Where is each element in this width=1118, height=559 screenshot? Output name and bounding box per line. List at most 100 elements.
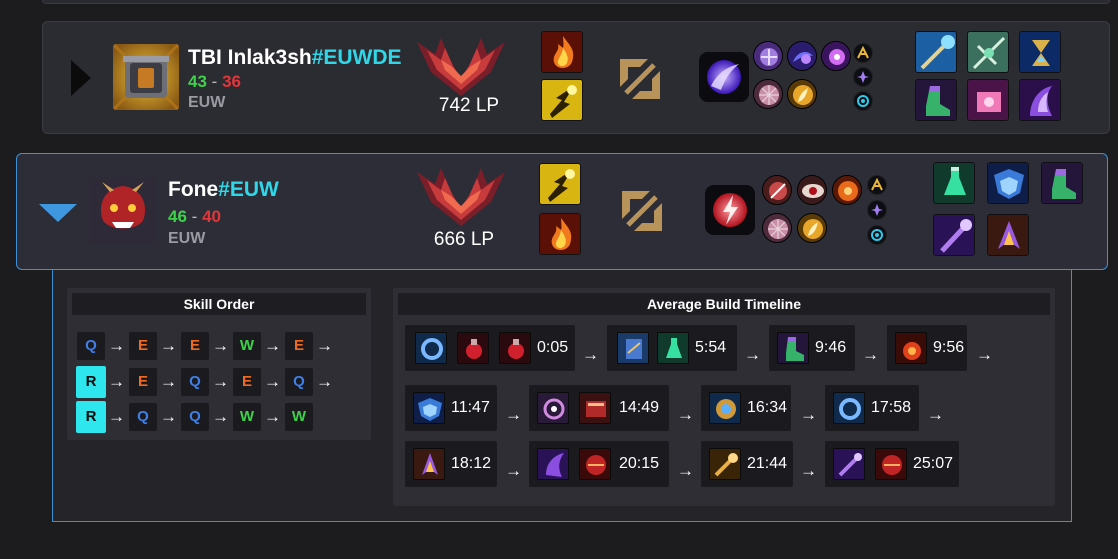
- violet-blade-icon: [413, 448, 445, 480]
- build-timeline-title: Average Build Timeline: [398, 293, 1050, 315]
- biscuit-rune-icon: [753, 79, 783, 109]
- skill-arrow: →: [108, 407, 125, 426]
- timeline-arrow: →: [582, 345, 599, 364]
- skill-arrow: →: [160, 336, 177, 355]
- player-row-1[interactable]: TBI Inlak3sh#EUWDE 43 - 36 EUW 742 LP: [42, 21, 1110, 134]
- skill-r: R: [76, 401, 106, 433]
- transcendence-rune-icon: [821, 41, 851, 71]
- potion-item-icon: [457, 332, 489, 364]
- timeline-step: 11:47: [405, 385, 497, 431]
- region-label: EUW: [168, 230, 206, 247]
- ignite-spell-icon: [541, 31, 583, 73]
- adaptive-shard-icon: [853, 43, 873, 63]
- wins-count: 43: [188, 72, 207, 91]
- keystone-rune-icon: [699, 52, 749, 102]
- timeline-time: 17:58: [871, 399, 912, 416]
- losses-count: 36: [222, 72, 241, 91]
- crossbow-item-icon: [967, 31, 1009, 73]
- golden-staff-icon: [709, 448, 741, 480]
- skill-w: W: [233, 332, 261, 360]
- win-loss-record: 43 - 36: [188, 72, 241, 92]
- timeline-step: 21:44: [701, 441, 793, 487]
- timeline-arrow: →: [800, 405, 817, 424]
- sorcery-rune-icon: [753, 41, 783, 71]
- skill-q: Q: [77, 332, 105, 360]
- skill-w: W: [285, 403, 313, 431]
- role-placeholder-icon: [614, 53, 666, 105]
- skill-arrow: →: [212, 407, 229, 426]
- expand-arrow-icon[interactable]: [71, 60, 91, 96]
- skill-e: E: [285, 332, 313, 360]
- tome-item-icon: [617, 332, 649, 364]
- skill-q: Q: [285, 368, 313, 396]
- summoner-name[interactable]: TBI Inlak3sh#EUWDE: [188, 46, 402, 70]
- league-points: 666 LP: [433, 229, 495, 250]
- staff-item-icon: [915, 31, 957, 73]
- timeline-arrow: →: [505, 461, 522, 480]
- timeline-step: 20:15: [529, 441, 669, 487]
- skill-arrow: →: [160, 407, 177, 426]
- dark-seal-icon: [537, 448, 569, 480]
- book-item-icon: [579, 392, 611, 424]
- win-loss-record: 46 - 40: [168, 207, 221, 227]
- skill-e: E: [233, 368, 261, 396]
- flash-spell-icon: [541, 79, 583, 121]
- adaptive-force-shard-icon: [867, 200, 887, 220]
- skill-q: Q: [129, 403, 157, 431]
- skill-arrow: →: [108, 336, 125, 355]
- previous-row-edge: [42, 0, 1110, 4]
- wins-count: 46: [168, 207, 187, 226]
- potion-item-icon: [499, 332, 531, 364]
- flash-spell-icon: [539, 163, 581, 205]
- health-shard-icon: [853, 91, 873, 111]
- spellbook-item-icon: [967, 79, 1009, 121]
- timeline-arrow: →: [862, 345, 879, 364]
- skill-e: E: [181, 332, 209, 360]
- adaptive-shard-icon: [867, 175, 887, 195]
- build-detail-panel: Skill Order Q → E → E → W → E → R → E → …: [52, 270, 1072, 522]
- crimson-tome-icon: [579, 448, 611, 480]
- cheap-shot-rune-icon: [762, 175, 792, 205]
- timeline-step: 16:34: [701, 385, 791, 431]
- summoner-name[interactable]: Fone#EUW: [168, 178, 279, 202]
- region-label: EUW: [188, 94, 226, 111]
- champion-portrait-icon: [90, 178, 156, 244]
- ring-item-icon: [415, 332, 447, 364]
- timeline-arrow: →: [927, 405, 944, 424]
- hourglass-item-icon: [1019, 31, 1061, 73]
- timeline-step: 14:49: [529, 385, 669, 431]
- skill-q: Q: [181, 403, 209, 431]
- timeline-arrow: →: [744, 345, 761, 364]
- timeline-arrow: →: [677, 405, 694, 424]
- riot-tag: #EUWDE: [311, 46, 402, 69]
- skill-arrow: →: [108, 372, 125, 391]
- ultimate-hunter-rune-icon: [832, 175, 862, 205]
- timeline-arrow: →: [976, 345, 993, 364]
- timeline-step: 5:54: [607, 325, 737, 371]
- timeline-time: 20:15: [619, 455, 660, 472]
- elixir-item-icon: [933, 162, 975, 204]
- boots-item-icon: [777, 332, 809, 364]
- ring-item-icon: [833, 392, 865, 424]
- timeline-arrow: →: [505, 405, 522, 424]
- build-timeline-box: Average Build Timeline 0:05 → 5:54 → 9:4…: [393, 288, 1055, 506]
- manaflow-rune-icon: [787, 41, 817, 71]
- skill-q: Q: [181, 368, 209, 396]
- skill-arrow: →: [264, 336, 281, 355]
- league-points: 742 LP: [438, 95, 500, 116]
- void-mask-item-icon: [987, 162, 1029, 204]
- timeline-time: 9:56: [933, 339, 965, 356]
- skill-arrow: →: [160, 372, 177, 391]
- cosmic-insight-rune-icon: [787, 79, 817, 109]
- biscuit-rune-icon: [762, 213, 792, 243]
- void-staff-icon: [933, 214, 975, 256]
- skill-e: E: [129, 368, 157, 396]
- crimson-tome-icon: [875, 448, 907, 480]
- skill-arrow: →: [264, 372, 281, 391]
- collapse-arrow-icon[interactable]: [39, 204, 77, 222]
- player-row-2[interactable]: Fone#EUW 46 - 40 EUW 666 LP: [16, 153, 1108, 270]
- electrocute-keystone-icon: [705, 185, 755, 235]
- riot-tag: #EUW: [218, 178, 279, 201]
- skill-arrow: →: [316, 336, 333, 355]
- orb-item-icon: [537, 392, 569, 424]
